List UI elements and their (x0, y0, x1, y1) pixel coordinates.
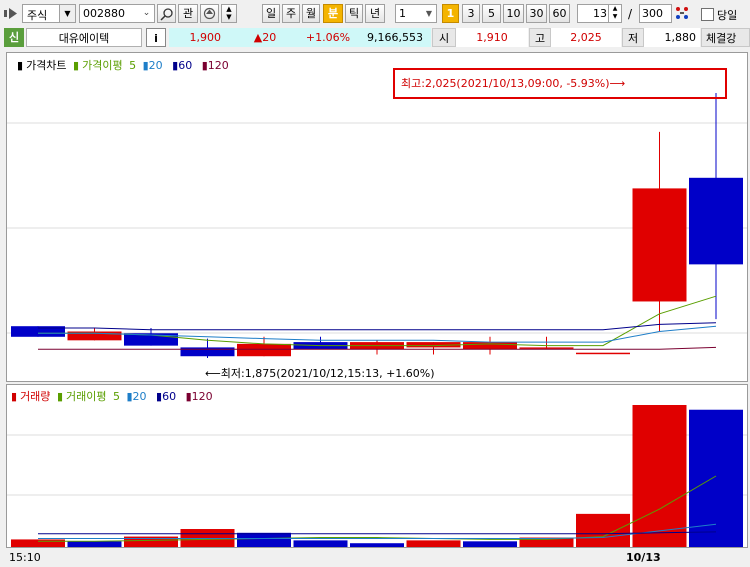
volume-ma-60: ▮60 (156, 390, 177, 403)
interval-button-10[interactable]: 10 (503, 4, 524, 23)
period-button-week[interactable]: 주 (282, 4, 300, 23)
volume-vol_ma5-line (38, 475, 717, 542)
volume-bar-up (632, 405, 687, 547)
price-ma-marker: ▮ (73, 59, 80, 72)
price-ma-label: 가격이평 (82, 59, 123, 72)
price-ma-20: ▮20 (142, 59, 163, 72)
interval-select[interactable]: 1 ▼ (395, 4, 437, 23)
nav-arrow-icon[interactable] (4, 7, 20, 20)
stepper-arrows-icon[interactable]: ▲ ▼ (608, 5, 621, 22)
search-button[interactable] (157, 4, 176, 23)
strength-label: 체결강 (701, 28, 750, 47)
x-axis-start-time: 15:10 (9, 551, 41, 564)
volume-bar-down (237, 532, 291, 547)
market-select[interactable]: 주식 ▼ (22, 4, 76, 23)
interval-button-30[interactable]: 30 (526, 4, 547, 23)
interval-button-1[interactable]: 1 (442, 4, 459, 23)
volume-legend: ▮ 거래량 ▮ 거래이평 5 ▮20 ▮60 ▮120 (11, 388, 219, 404)
period-button-month[interactable]: 월 (302, 4, 320, 23)
low-annotation-text: ⟵최저:1,875(2021/10/12,15:13, +1.60%) (205, 367, 435, 380)
price-ma-60: ▮60 (172, 59, 193, 72)
count-separator: / (628, 7, 633, 21)
credit-badge: 신 (4, 28, 24, 47)
volume-ma-120: ▮120 (185, 390, 213, 403)
period-button-day[interactable]: 일 (262, 4, 280, 23)
count-stepper-value: 13 (593, 7, 607, 20)
candle-up (519, 347, 574, 349)
interval-button-5[interactable]: 5 (482, 4, 501, 23)
volume-bar-up (11, 539, 65, 547)
volume-ma-label: 거래이평 (66, 390, 107, 403)
total-count-input[interactable]: 300 (639, 4, 672, 23)
candle-up (237, 343, 291, 357)
stock-code-value: 002880 (83, 7, 125, 20)
x-axis-date-label: 10/13 (626, 551, 661, 564)
x-axis-bar: 15:10 10/13 (0, 549, 750, 567)
interval-select-value: 1 (399, 7, 406, 20)
interval-button-60[interactable]: 60 (549, 4, 570, 23)
volume-bar-down (293, 540, 348, 547)
high-annotation-text: 최고:2,025(2021/10/13,09:00, -5.93%)⟶ (401, 77, 626, 90)
chevron-down-icon[interactable]: ▼ (59, 5, 75, 22)
chevron-down-icon[interactable]: ▼ (422, 5, 436, 22)
count-stepper[interactable]: 13 ▲ ▼ (577, 4, 622, 23)
volume-chart-panel[interactable]: ▮ 거래량 ▮ 거래이평 5 ▮20 ▮60 ▮120 (6, 384, 748, 548)
volume-ma-marker: ▮ (56, 390, 63, 403)
candle-up (463, 342, 517, 350)
price-legend-title: 가격차트 (26, 59, 67, 72)
volume-bar-up (576, 513, 630, 547)
volume-ma-20: ▮20 (126, 390, 147, 403)
watchlist-button[interactable]: 관 (178, 4, 198, 23)
volume-value: 9,166,553 (359, 28, 431, 47)
price-ma-120: ▮120 (201, 59, 229, 72)
low-label: 저 (622, 28, 644, 47)
link-icon (203, 7, 216, 20)
volume-bar-down (67, 541, 122, 547)
interval-button-3[interactable]: 3 (462, 4, 480, 23)
volume-ma-5: 5 (112, 390, 120, 403)
total-count-value: 300 (642, 7, 663, 20)
open-label: 시 (432, 28, 456, 47)
candle-up (632, 188, 687, 302)
price-ma-5: 5 (129, 59, 137, 72)
volume-chart-svg[interactable] (7, 385, 747, 547)
info-button[interactable]: i (146, 28, 166, 47)
today-checkbox[interactable] (701, 8, 714, 21)
change-value: ▲20 (233, 28, 297, 47)
current-price: 1,900 (169, 28, 233, 47)
price-chart-panel[interactable]: ▮ 가격차트 ▮ 가격이평 5 ▮20 ▮60 ▮120 최고:2,025(2021… (6, 52, 748, 382)
period-button-year[interactable]: 년 (365, 4, 385, 23)
stock-code-input[interactable]: 002880 ⌄ (79, 4, 155, 23)
price-ma60-line (38, 322, 717, 331)
volume-bar-down (350, 543, 404, 547)
high-label: 고 (529, 28, 551, 47)
candle-down (689, 177, 743, 265)
price-legend-marker: ▮ (17, 59, 24, 72)
price-legend: ▮ 가격차트 ▮ 가격이평 5 ▮20 ▮60 ▮120 (17, 57, 235, 73)
candle-up (576, 352, 630, 355)
low-value: 1,880 (644, 28, 700, 47)
high-value: 2,025 (551, 28, 621, 47)
volume-legend-marker: ▮ (11, 390, 18, 403)
period-button-minute[interactable]: 분 (323, 4, 343, 23)
high-annotation-box: 최고:2,025(2021/10/13,09:00, -5.93%)⟶ (393, 68, 727, 99)
volume-bar-down (463, 541, 517, 547)
search-icon (159, 8, 173, 21)
stock-name[interactable]: 대유에이텍 (26, 28, 142, 47)
today-label: 당일 (717, 9, 738, 22)
volume-legend-title: 거래량 (20, 390, 51, 403)
change-rate: +1.06% (297, 28, 359, 47)
updown-spinner[interactable]: ▲ ▼ (221, 4, 237, 23)
open-value: 1,910 (456, 28, 528, 47)
zoom-icon[interactable] (674, 5, 690, 21)
link-button[interactable] (200, 4, 219, 23)
period-button-tick[interactable]: 틱 (345, 4, 363, 23)
volume-bar-up (406, 540, 461, 547)
price-chart-svg[interactable] (7, 53, 747, 381)
market-select-value: 주식 (27, 9, 48, 22)
chevron-down-icon[interactable]: ⌄ (139, 5, 154, 22)
